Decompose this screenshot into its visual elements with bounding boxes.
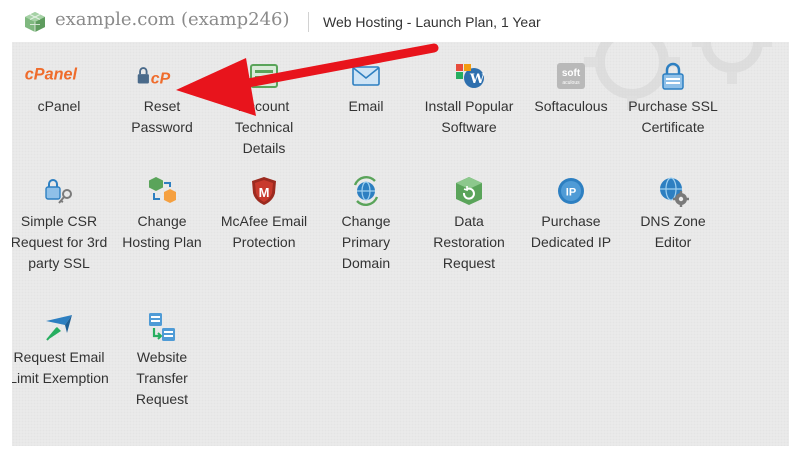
tile-label: Softaculous <box>534 98 608 114</box>
account-domain: example.com (examp246) <box>55 9 290 30</box>
tile-label: Account Technical Details <box>234 98 294 156</box>
tile-label: McAfee Email Protection <box>220 213 308 250</box>
popular-software-icon: W <box>456 64 485 88</box>
tile-account-technical-details[interactable]: Account Technical Details <box>214 60 314 159</box>
tile-data-restoration-request[interactable]: Data Restoration Request <box>419 175 519 274</box>
tile-label: Purchase Dedicated IP <box>530 213 612 250</box>
account-details-icon <box>250 64 278 88</box>
tile-softaculous[interactable]: soft aculous Softaculous <box>521 60 621 117</box>
cp-logo-text: cP <box>151 70 171 87</box>
email-limit-icon <box>46 315 72 341</box>
dns-gear-icon <box>660 177 689 207</box>
product-title: Web Hosting - Launch Plan, 1 Year <box>323 14 541 30</box>
tile-purchase-dedicated-ip[interactable]: IP Purchase Dedicated IP <box>521 175 621 253</box>
tile-email[interactable]: Email <box>316 60 416 117</box>
tile-label: Email <box>348 98 384 114</box>
tile-label: Data Restoration Request <box>433 213 505 271</box>
header-divider <box>308 12 309 32</box>
tile-mcafee-email-protection[interactable]: M McAfee Email Protection <box>214 175 314 253</box>
ssl-lock-icon <box>662 62 684 90</box>
tile-label: DNS Zone Editor <box>640 213 706 250</box>
hosting-tools-panel: cPanel cPanel cP Reset Password Account … <box>12 42 789 446</box>
hosting-cube-icon <box>25 12 45 32</box>
tile-label: Reset Password <box>131 98 193 135</box>
svg-text:W: W <box>469 72 485 87</box>
softaculous-icon: soft aculous <box>557 63 585 89</box>
tile-website-transfer-request[interactable]: Website Transfer Request <box>112 311 212 410</box>
restore-box-icon <box>456 177 482 205</box>
tile-label: cPanel <box>37 98 81 114</box>
softaculous-logo-text: soft <box>562 68 581 79</box>
tile-purchase-ssl-certificate[interactable]: Purchase SSL Certificate <box>623 60 723 138</box>
tile-request-email-limit-exemption[interactable]: Request Email Limit Exemption <box>12 311 109 389</box>
tile-dns-zone-editor[interactable]: DNS Zone Editor <box>623 175 723 253</box>
tile-cpanel[interactable]: cPanel cPanel <box>12 60 109 117</box>
transfer-servers-icon <box>149 313 175 341</box>
tile-label: Simple CSR Request for 3rd party SSL <box>12 213 108 271</box>
cpanel-logo-icon: cPanel <box>25 66 78 84</box>
tile-install-popular-software[interactable]: W Install Popular Software <box>419 60 519 138</box>
tile-label: Change Primary Domain <box>341 213 391 271</box>
lock-key-icon <box>45 179 72 204</box>
tile-label: Change Hosting Plan <box>122 213 202 250</box>
tool-grid: cPanel cPanel cP Reset Password Account … <box>12 42 789 446</box>
tile-label: Website Transfer Request <box>135 349 189 407</box>
change-plan-icon <box>149 177 176 203</box>
globe-refresh-icon <box>353 176 379 206</box>
softaculous-logo-subtext: aculous <box>562 80 580 86</box>
envelope-icon <box>352 66 380 86</box>
ip-badge-text: IP <box>566 187 576 199</box>
mcafee-shield-icon: M <box>252 177 276 205</box>
tile-label: Request Email Limit Exemption <box>12 349 109 386</box>
page-header: example.com (examp246) Web Hosting - Lau… <box>0 0 789 42</box>
ip-globe-icon: IP <box>558 178 584 204</box>
cpanel-logo-text: cPanel <box>25 66 78 84</box>
tile-change-primary-domain[interactable]: Change Primary Domain <box>316 175 416 274</box>
lock-cpanel-icon: cP <box>137 67 171 87</box>
mcafee-letter: M <box>259 185 270 200</box>
tile-simple-csr-request[interactable]: Simple CSR Request for 3rd party SSL <box>12 175 109 274</box>
tile-change-hosting-plan[interactable]: Change Hosting Plan <box>112 175 212 253</box>
tile-label: Purchase SSL Certificate <box>628 98 718 135</box>
tile-label: Install Popular Software <box>424 98 514 135</box>
tile-reset-password[interactable]: cP Reset Password <box>112 60 212 138</box>
